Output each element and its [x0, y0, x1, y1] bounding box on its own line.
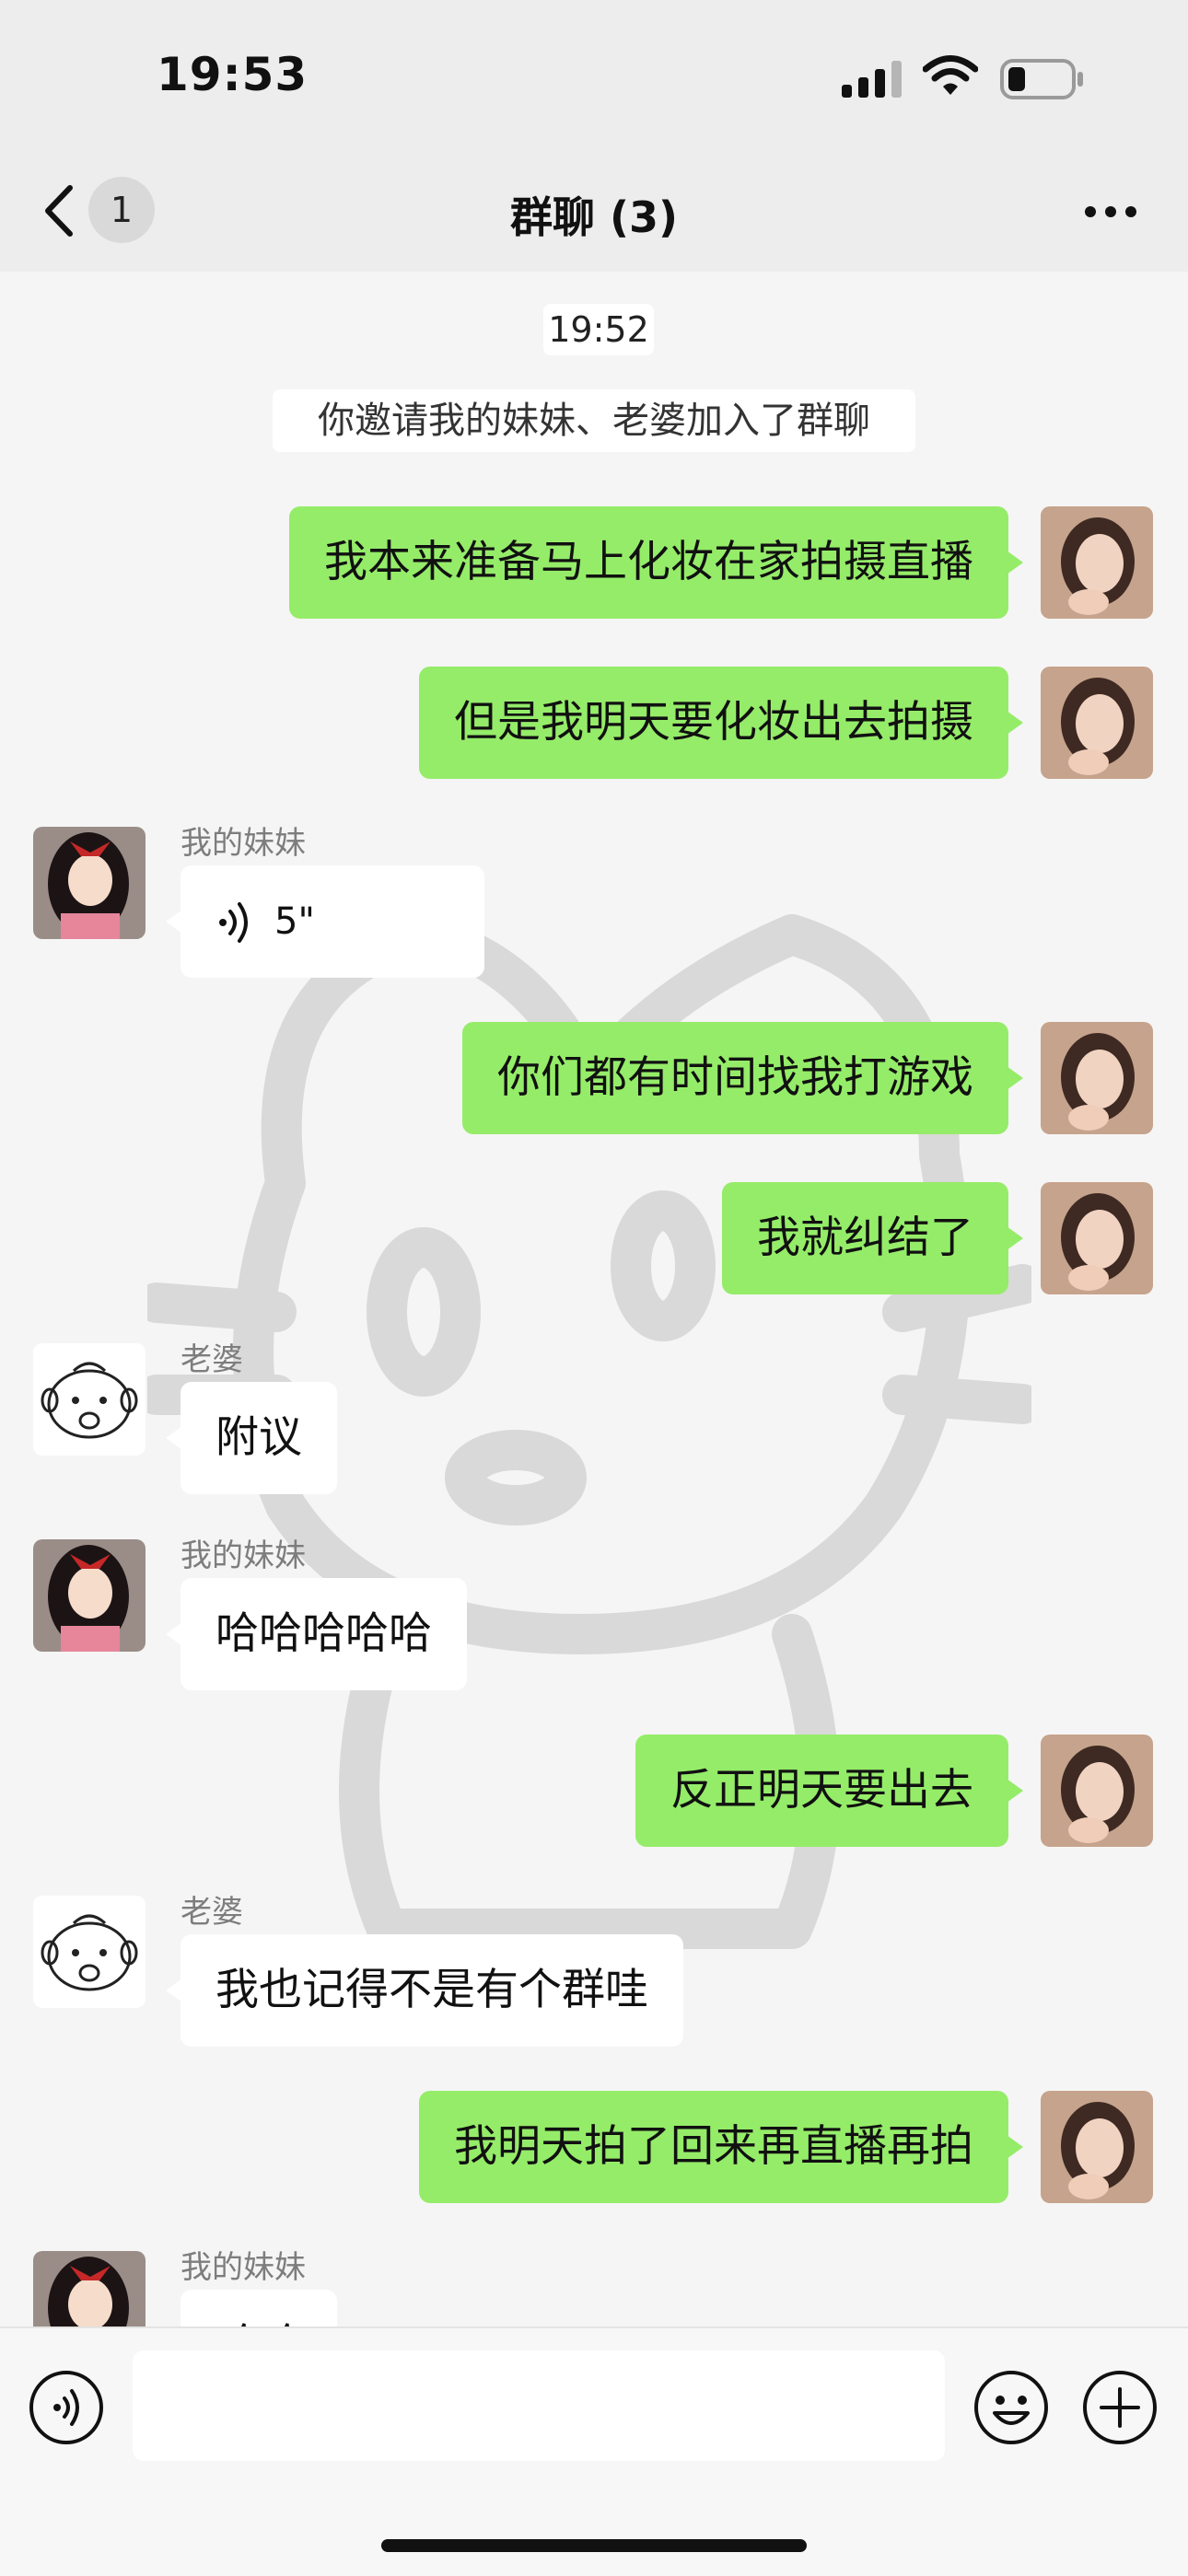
wife-avatar[interactable]	[33, 1343, 146, 1456]
nav-bar: 1 群聊 (3)	[0, 157, 1188, 272]
voice-input-toggle-icon[interactable]	[28, 2369, 105, 2446]
status-time: 19:53	[157, 48, 309, 101]
my-avatar[interactable]	[1041, 1022, 1153, 1134]
more-icon[interactable]	[1081, 203, 1140, 221]
sister-avatar[interactable]	[33, 2251, 146, 2327]
message-bubble[interactable]: 哈哈哈哈哈	[166, 1578, 467, 1690]
battery-icon	[1000, 59, 1083, 99]
message-bubble[interactable]: 你们都有时间找我打游戏	[462, 1022, 1023, 1134]
wife-avatar[interactable]	[33, 1896, 146, 2008]
timestamp: 19:52	[543, 304, 654, 355]
my-avatar[interactable]	[1041, 2091, 1153, 2203]
sender-name: 我的妹妹	[181, 1537, 306, 1574]
message-bubble[interactable]: 反正明天要出去	[635, 1735, 1023, 1847]
message-bubble[interactable]: 我本来准备马上化妆在家拍摄直播	[289, 506, 1023, 619]
message-bubble[interactable]: 但是我明天要化妆出去拍摄	[419, 667, 1023, 779]
chat-area[interactable]: 19:52 你邀请我的妹妹、老婆加入了群聊 我本来准备马上化妆在家拍摄直播 但是…	[0, 272, 1188, 2327]
home-indicator[interactable]	[381, 2539, 807, 2552]
system-notice: 你邀请我的妹妹、老婆加入了群聊	[273, 389, 915, 452]
voice-wave-icon	[219, 902, 248, 943]
message-bubble[interactable]: 附议	[166, 1382, 337, 1494]
my-avatar[interactable]	[1041, 667, 1153, 779]
plus-icon[interactable]	[1081, 2369, 1159, 2446]
chat-title: 群聊 (3)	[509, 192, 679, 242]
message-input[interactable]	[133, 2350, 945, 2461]
voice-message-bubble[interactable]: 5"	[166, 865, 484, 978]
my-avatar[interactable]	[1041, 1735, 1153, 1847]
voice-duration: 5"	[274, 900, 315, 943]
sender-name: 我的妹妹	[181, 2249, 306, 2286]
sender-name: 老婆	[181, 1341, 243, 1378]
sister-avatar[interactable]	[33, 1539, 146, 1652]
message-bubble[interactable]: 我明天拍了回来再直播再拍	[419, 2091, 1023, 2203]
message-bubble[interactable]: 哈哈	[181, 2290, 337, 2327]
my-avatar[interactable]	[1041, 1182, 1153, 1294]
my-avatar[interactable]	[1041, 506, 1153, 619]
message-bubble[interactable]: 我也记得不是有个群哇	[166, 1934, 683, 2047]
message-bubble[interactable]: 我就纠结了	[722, 1182, 1023, 1294]
sender-name: 我的妹妹	[181, 825, 306, 862]
sister-avatar[interactable]	[33, 827, 146, 939]
status-bar: 19:53	[0, 0, 1188, 157]
emoji-icon[interactable]	[973, 2369, 1050, 2446]
sender-name: 老婆	[181, 1894, 243, 1931]
wifi-icon	[923, 55, 978, 95]
signal-icon	[842, 61, 902, 98]
